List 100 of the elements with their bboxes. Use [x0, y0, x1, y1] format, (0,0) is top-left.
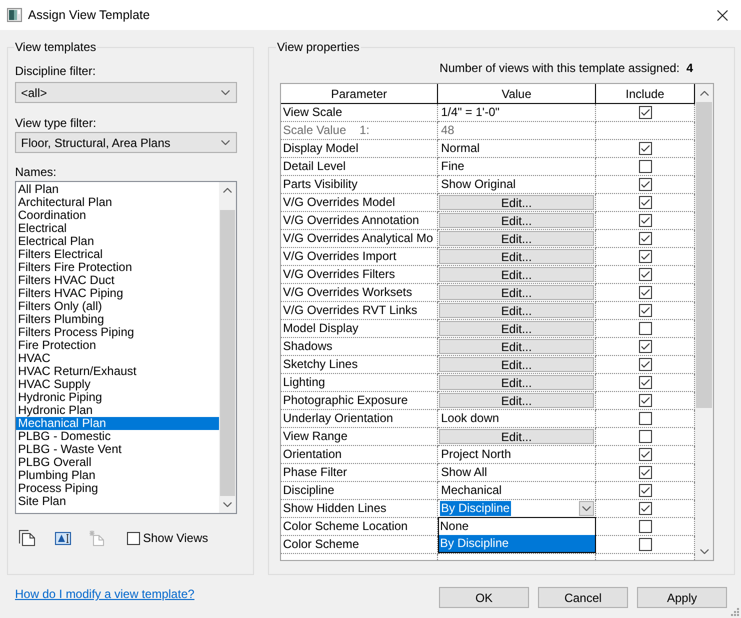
list-item[interactable]: Plumbing Plan — [16, 469, 219, 482]
scrollbar-thumb[interactable] — [220, 210, 235, 496]
dialog-button[interactable]: OK — [439, 587, 529, 608]
checkbox[interactable] — [638, 214, 652, 227]
checkbox[interactable] — [638, 304, 652, 317]
checkbox[interactable] — [638, 250, 652, 263]
checkbox[interactable] — [638, 268, 652, 281]
table-cell: V/G Overrides Import — [281, 248, 438, 266]
value-dropdown[interactable]: By Discipline — [438, 500, 595, 517]
checkbox[interactable] — [638, 286, 652, 299]
list-item[interactable]: Filters Plumbing — [16, 313, 219, 326]
checkbox[interactable] — [638, 394, 652, 407]
field-label: Discipline filter: — [15, 64, 97, 79]
table-cell: V/G Overrides Filters — [281, 266, 438, 284]
table-cell: V/G Overrides Model — [281, 194, 438, 212]
checkbox[interactable] — [638, 376, 652, 389]
list-item[interactable]: Hydronic Piping — [16, 391, 219, 404]
checkbox[interactable] — [638, 502, 652, 515]
list-item[interactable]: Site Plan — [16, 495, 219, 508]
edit-button[interactable]: Edit... — [439, 321, 594, 336]
table-cell: Show All — [438, 464, 596, 482]
text-box-icon[interactable] — [55, 532, 71, 544]
table-cell: Color Scheme Location — [281, 518, 438, 536]
table-cell: Orientation — [281, 446, 438, 464]
edit-button[interactable]: Edit... — [439, 303, 594, 318]
dropdown-option[interactable]: By Discipline — [439, 535, 595, 552]
edit-button[interactable]: Edit... — [439, 231, 594, 246]
table-cell: Show Hidden Lines — [281, 500, 438, 518]
column-header[interactable]: Parameter — [281, 84, 438, 103]
table-cell: Discipline — [281, 482, 438, 500]
checkbox[interactable] — [638, 340, 652, 353]
list-item[interactable]: Filters Electrical — [16, 248, 219, 261]
table-cell: Detail Level — [281, 158, 438, 176]
close-icon[interactable] — [717, 10, 728, 20]
dialog-button[interactable]: Apply — [637, 587, 727, 608]
edit-button[interactable]: Edit... — [439, 429, 594, 444]
table-cell: View Scale — [281, 104, 438, 122]
list-item[interactable]: Process Piping — [16, 482, 219, 495]
table-cell: Shadows — [281, 338, 438, 356]
list-item[interactable]: PLBG - Waste Vent — [16, 443, 219, 456]
copy-pages-icon[interactable] — [19, 530, 35, 546]
list-item[interactable]: Mechanical Plan — [16, 417, 219, 430]
scrollbar-thumb[interactable] — [696, 102, 712, 408]
checkbox[interactable] — [638, 466, 652, 479]
checkbox[interactable] — [638, 196, 652, 209]
chevron-up-icon — [700, 90, 708, 96]
list-item[interactable]: Architectural Plan — [16, 196, 219, 209]
checkbox[interactable] — [638, 322, 652, 335]
table-cell: Parts Visibility — [281, 176, 438, 194]
list-item[interactable]: PLBG Overall — [16, 456, 219, 469]
chevron-down-icon — [223, 502, 232, 507]
list-item[interactable]: Hydronic Plan — [16, 404, 219, 417]
dropdown-arrow-button[interactable] — [579, 501, 594, 516]
edit-button[interactable]: Edit... — [439, 285, 594, 300]
list-item[interactable]: HVAC Supply — [16, 378, 219, 391]
chevron-down-icon — [221, 140, 230, 145]
list-item[interactable]: Electrical — [16, 222, 219, 235]
edit-button[interactable]: Edit... — [439, 375, 594, 390]
edit-button[interactable]: Edit... — [439, 249, 594, 264]
list-item[interactable]: HVAC Return/Exhaust — [16, 365, 219, 378]
checkbox[interactable] — [638, 412, 652, 425]
column-header[interactable]: Value — [438, 84, 596, 103]
list-item[interactable]: Filters Fire Protection — [16, 261, 219, 274]
list-item[interactable]: Coordination — [16, 209, 219, 222]
chevron-down-icon — [221, 90, 230, 95]
list-item[interactable]: Electrical Plan — [16, 235, 219, 248]
checkbox-label: Show Views — [143, 530, 208, 547]
checkbox[interactable] — [638, 160, 652, 173]
list-item[interactable]: Filters Only (all) — [16, 300, 219, 313]
list-item[interactable]: Filters HVAC Duct — [16, 274, 219, 287]
checkbox[interactable] — [638, 178, 652, 191]
checkbox[interactable] — [638, 484, 652, 497]
edit-button[interactable]: Edit... — [439, 213, 594, 228]
list-item[interactable]: PLBG - Domestic — [16, 430, 219, 443]
checkbox[interactable] — [127, 532, 140, 544]
edit-button[interactable]: Edit... — [439, 393, 594, 408]
edit-button[interactable]: Edit... — [439, 357, 594, 372]
list-item[interactable]: Fire Protection — [16, 339, 219, 352]
list-item[interactable]: All Plan — [16, 183, 219, 196]
checkbox[interactable] — [638, 538, 652, 551]
edit-button[interactable]: Edit... — [439, 195, 594, 210]
list-item[interactable]: Filters Process Piping — [16, 326, 219, 339]
edit-button[interactable]: Edit... — [439, 267, 594, 282]
checkbox[interactable] — [638, 430, 652, 443]
checkbox[interactable] — [638, 232, 652, 245]
help-link[interactable]: How do I modify a view template? — [15, 587, 194, 601]
list-item[interactable]: HVAC — [16, 352, 219, 365]
edit-button[interactable]: Edit... — [439, 339, 594, 354]
dialog-button[interactable]: Cancel — [538, 587, 628, 608]
discipline-filter-dropdown[interactable]: <all> — [15, 82, 237, 103]
list-item[interactable]: Filters HVAC Piping — [16, 287, 219, 300]
checkbox[interactable] — [638, 520, 652, 533]
checkbox[interactable] — [638, 448, 652, 461]
checkbox[interactable] — [638, 358, 652, 371]
table-cell: 1/4" = 1'-0" — [438, 104, 596, 122]
checkbox[interactable] — [638, 142, 652, 155]
resize-grip-icon[interactable] — [731, 608, 739, 616]
table-cell: Scale Value 1: — [281, 122, 438, 140]
checkbox[interactable] — [638, 106, 652, 119]
view-type-filter-dropdown[interactable]: Floor, Structural, Area Plans — [15, 132, 237, 153]
